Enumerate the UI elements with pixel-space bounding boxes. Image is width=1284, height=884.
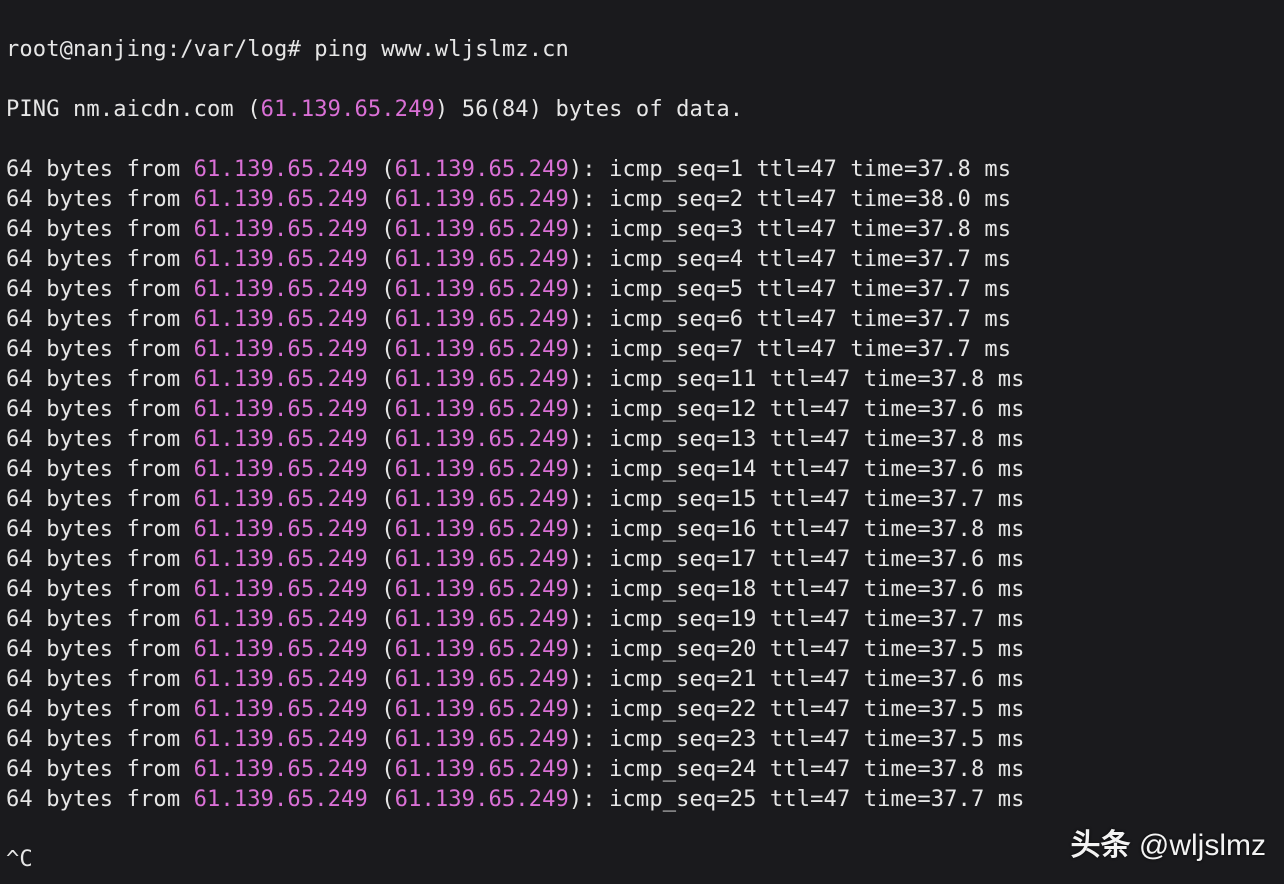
- ping-reply-line: 64 bytes from 61.139.65.249 (61.139.65.2…: [6, 544, 1278, 574]
- ip-address: 61.139.65.249: [395, 276, 569, 302]
- ip-address: 61.139.65.249: [395, 186, 569, 212]
- ip-address: 61.139.65.249: [194, 186, 368, 212]
- ip-address: 61.139.65.249: [395, 396, 569, 422]
- ping-reply-line: 64 bytes from 61.139.65.249 (61.139.65.2…: [6, 574, 1278, 604]
- ip-address: 61.139.65.249: [395, 366, 569, 392]
- ip-address: 61.139.65.249: [395, 246, 569, 272]
- ping-reply-line: 64 bytes from 61.139.65.249 (61.139.65.2…: [6, 244, 1278, 274]
- ip-address: 61.139.65.249: [395, 456, 569, 482]
- ip-address: 61.139.65.249: [194, 246, 368, 272]
- ip-address: 61.139.65.249: [395, 546, 569, 572]
- ip-address: 61.139.65.249: [194, 426, 368, 452]
- ping-reply-line: 64 bytes from 61.139.65.249 (61.139.65.2…: [6, 784, 1278, 814]
- ping-reply-line: 64 bytes from 61.139.65.249 (61.139.65.2…: [6, 424, 1278, 454]
- ip-address: 61.139.65.249: [194, 456, 368, 482]
- ip-address: 61.139.65.249: [395, 756, 569, 782]
- ip-address: 61.139.65.249: [395, 666, 569, 692]
- prompt-line-1: root@nanjing:/var/log# ping www.wljslmz.…: [6, 34, 1278, 64]
- ip-address: 61.139.65.249: [395, 216, 569, 242]
- ip-address: 61.139.65.249: [395, 696, 569, 722]
- prompt-user-host: root@nanjing: [6, 36, 167, 62]
- ping-header-line: PING nm.aicdn.com (61.139.65.249) 56(84)…: [6, 94, 1278, 124]
- ip-address: 61.139.65.249: [395, 426, 569, 452]
- ip-address: 61.139.65.249: [194, 156, 368, 182]
- ping-reply-line: 64 bytes from 61.139.65.249 (61.139.65.2…: [6, 634, 1278, 664]
- ip-address: 61.139.65.249: [395, 786, 569, 812]
- ip-address: 61.139.65.249: [395, 576, 569, 602]
- ping-reply-line: 64 bytes from 61.139.65.249 (61.139.65.2…: [6, 334, 1278, 364]
- ip-address: 61.139.65.249: [194, 516, 368, 542]
- ip-address: 61.139.65.249: [194, 486, 368, 512]
- ip-address: 61.139.65.249: [395, 636, 569, 662]
- ip-address: 61.139.65.249: [395, 516, 569, 542]
- ip-address: 61.139.65.249: [194, 576, 368, 602]
- ip-address: 61.139.65.249: [194, 366, 368, 392]
- ping-replies: 64 bytes from 61.139.65.249 (61.139.65.2…: [6, 154, 1278, 814]
- ip-address: 61.139.65.249: [194, 636, 368, 662]
- ping-reply-line: 64 bytes from 61.139.65.249 (61.139.65.2…: [6, 184, 1278, 214]
- ping-reply-line: 64 bytes from 61.139.65.249 (61.139.65.2…: [6, 514, 1278, 544]
- ip-address: 61.139.65.249: [194, 726, 368, 752]
- ping-reply-line: 64 bytes from 61.139.65.249 (61.139.65.2…: [6, 694, 1278, 724]
- ip-address: 61.139.65.249: [194, 786, 368, 812]
- ip-address: 61.139.65.249: [194, 216, 368, 242]
- ping-reply-line: 64 bytes from 61.139.65.249 (61.139.65.2…: [6, 484, 1278, 514]
- ping-reply-line: 64 bytes from 61.139.65.249 (61.139.65.2…: [6, 154, 1278, 184]
- ip-address: 61.139.65.249: [395, 606, 569, 632]
- watermark-prefix: 头条: [1071, 829, 1139, 862]
- terminal-output[interactable]: root@nanjing:/var/log# ping www.wljslmz.…: [0, 0, 1284, 884]
- watermark-handle: @wljslmz: [1139, 829, 1266, 862]
- ip-address: 61.139.65.249: [194, 696, 368, 722]
- ip-address: 61.139.65.249: [194, 336, 368, 362]
- ip-address: 61.139.65.249: [194, 756, 368, 782]
- ip-address: 61.139.65.249: [194, 606, 368, 632]
- ping-reply-line: 64 bytes from 61.139.65.249 (61.139.65.2…: [6, 364, 1278, 394]
- ping-reply-line: 64 bytes from 61.139.65.249 (61.139.65.2…: [6, 274, 1278, 304]
- ip-address: 61.139.65.249: [395, 726, 569, 752]
- ping-reply-line: 64 bytes from 61.139.65.249 (61.139.65.2…: [6, 754, 1278, 784]
- ip-address: 61.139.65.249: [395, 486, 569, 512]
- ip-address: 61.139.65.249: [395, 156, 569, 182]
- ip-address: 61.139.65.249: [395, 306, 569, 332]
- command-text: ping www.wljslmz.cn: [314, 36, 569, 62]
- ping-reply-line: 64 bytes from 61.139.65.249 (61.139.65.2…: [6, 664, 1278, 694]
- watermark: 头条 @wljslmz: [1071, 820, 1266, 864]
- ip-address: 61.139.65.249: [194, 546, 368, 572]
- ping-reply-line: 64 bytes from 61.139.65.249 (61.139.65.2…: [6, 304, 1278, 334]
- ip-address: 61.139.65.249: [194, 276, 368, 302]
- ping-reply-line: 64 bytes from 61.139.65.249 (61.139.65.2…: [6, 214, 1278, 244]
- ip-address: 61.139.65.249: [395, 336, 569, 362]
- prompt-path: /var/log: [180, 36, 287, 62]
- ping-reply-line: 64 bytes from 61.139.65.249 (61.139.65.2…: [6, 394, 1278, 424]
- ping-reply-line: 64 bytes from 61.139.65.249 (61.139.65.2…: [6, 604, 1278, 634]
- ip-address: 61.139.65.249: [261, 96, 435, 122]
- ip-address: 61.139.65.249: [194, 396, 368, 422]
- ip-address: 61.139.65.249: [194, 306, 368, 332]
- ping-reply-line: 64 bytes from 61.139.65.249 (61.139.65.2…: [6, 454, 1278, 484]
- ping-reply-line: 64 bytes from 61.139.65.249 (61.139.65.2…: [6, 724, 1278, 754]
- ip-address: 61.139.65.249: [194, 666, 368, 692]
